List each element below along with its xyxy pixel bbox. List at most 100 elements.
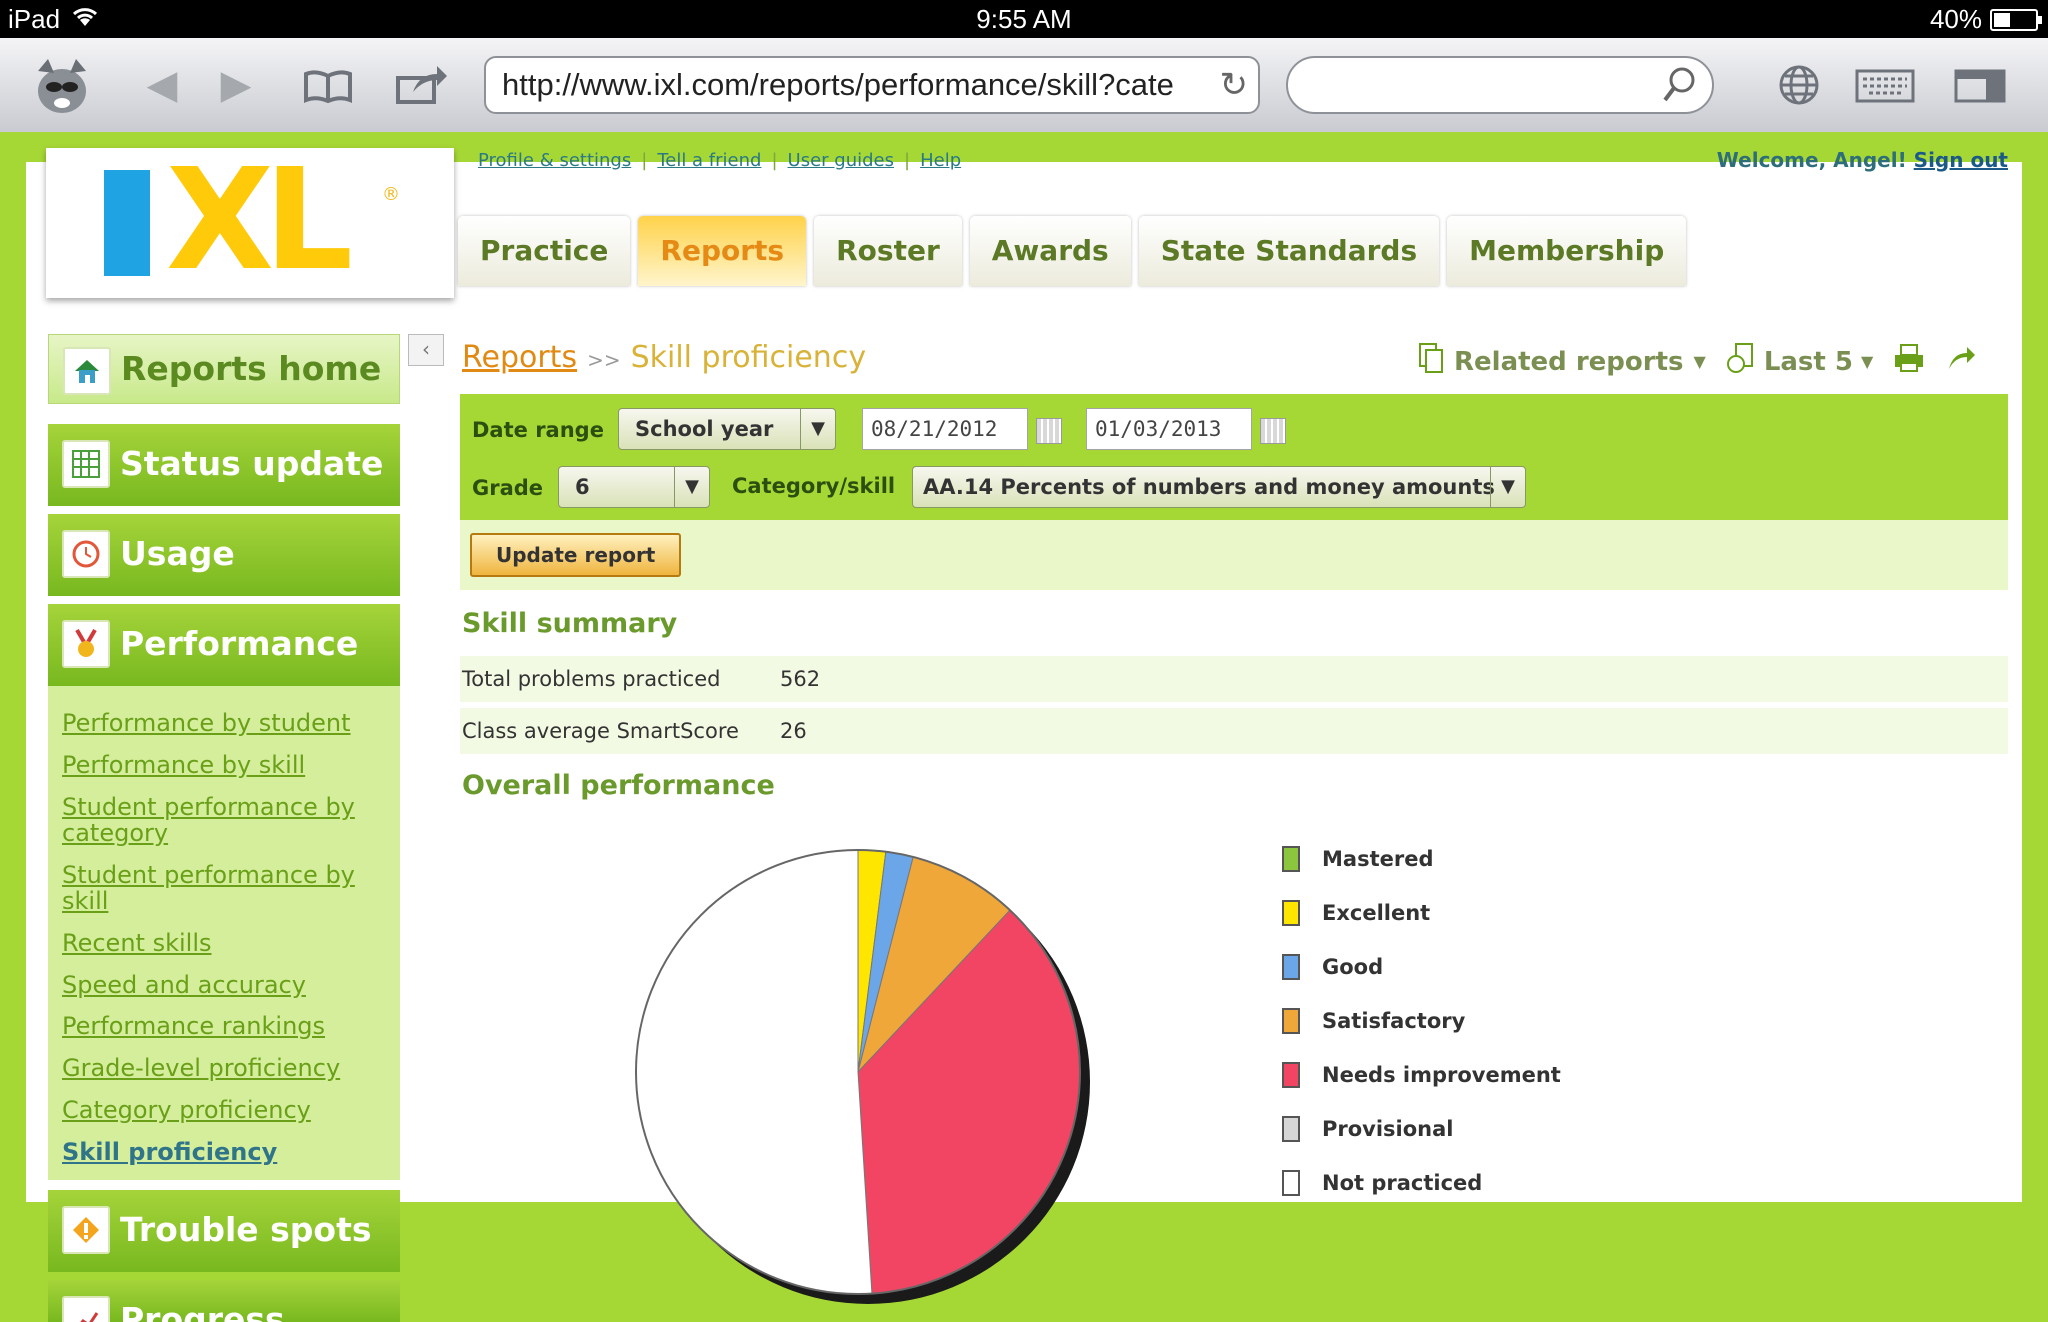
warning-icon <box>62 1206 110 1254</box>
category-skill-select[interactable]: AA.14 Percents of numbers and money amou… <box>912 466 1526 508</box>
grade-label: Grade <box>472 476 544 500</box>
share-icon[interactable] <box>392 58 452 110</box>
legend-label: Satisfactory <box>1322 1009 1466 1033</box>
legend-swatch <box>1282 900 1300 926</box>
report-filters: Date range School year ▼ 08/21/2012 01/0… <box>460 394 2008 520</box>
top-links: Profile & settings | Tell a friend | User … <box>478 150 962 171</box>
link-skill-proficiency[interactable]: Skill proficiency <box>62 1139 382 1165</box>
performance-pie-chart <box>635 849 1090 1304</box>
logo-letters-xl: XL <box>166 139 353 302</box>
url-text: http://www.ixl.com/reports/performance/s… <box>502 67 1174 102</box>
user-guides-link[interactable]: User guides <box>788 150 894 171</box>
link-student-performance-by-skill[interactable]: Student performance by skill <box>62 862 382 914</box>
share-link-icon[interactable] <box>1945 343 1977 380</box>
chevron-down-icon: ▼ <box>1860 352 1874 371</box>
tell-a-friend-link[interactable]: Tell a friend <box>657 150 761 171</box>
sign-out-link[interactable]: Sign out <box>1914 148 2008 172</box>
globe-icon[interactable] <box>1776 62 1822 108</box>
date-range-select[interactable]: School year ▼ <box>618 408 836 450</box>
legend-item: Needs improvement <box>1282 1048 1561 1102</box>
sidebar-item-performance[interactable]: Performance <box>48 604 400 686</box>
summary-label: Class average SmartScore <box>462 719 739 743</box>
sidebar-item-reports-home[interactable]: Reports home <box>48 334 400 404</box>
url-field[interactable]: http://www.ixl.com/reports/performance/s… <box>484 56 1260 114</box>
legend-label: Excellent <box>1322 901 1431 925</box>
last-five-menu[interactable]: Last 5 ▼ <box>1726 342 1873 381</box>
legend-swatch <box>1282 954 1300 980</box>
breadcrumb-reports-link[interactable]: Reports <box>462 340 577 375</box>
sidebar-item-usage[interactable]: Usage <box>48 514 400 596</box>
back-icon[interactable]: ◀ <box>140 60 184 110</box>
profile-settings-link[interactable]: Profile & settings <box>478 150 631 171</box>
browser-toolbar: ◀ ▶ http://www.ixl.com/reports/performan… <box>0 38 2048 133</box>
calendar-icon[interactable] <box>1036 418 1062 444</box>
update-report-button[interactable]: Update report <box>470 533 682 577</box>
update-row: Update report <box>460 520 2008 590</box>
legend-item: Good <box>1282 940 1561 994</box>
tabs-icon[interactable] <box>1952 66 2008 106</box>
legend-item: Satisfactory <box>1282 994 1561 1048</box>
reload-icon[interactable]: ↻ <box>1220 58 1249 112</box>
battery-icon <box>1990 8 2042 31</box>
performance-links: Performance by student Performance by sk… <box>48 686 400 1180</box>
breadcrumb: Reports >> Skill proficiency <box>462 340 866 375</box>
legend-swatch <box>1282 846 1300 872</box>
dropdown-arrow-icon: ▼ <box>800 409 835 449</box>
welcome-text: Welcome, Angel! <box>1716 148 1907 172</box>
link-performance-by-skill[interactable]: Performance by skill <box>62 752 382 778</box>
history-icon <box>1726 342 1756 381</box>
sidebar-label-home: Reports home <box>121 349 382 388</box>
legend-swatch <box>1282 1008 1300 1034</box>
pie-slice-not-practiced[interactable] <box>635 849 873 1295</box>
tab-roster[interactable]: Roster <box>814 216 962 286</box>
grid-icon <box>62 440 110 488</box>
link-recent-skills[interactable]: Recent skills <box>62 930 382 956</box>
tab-reports[interactable]: Reports <box>638 216 807 286</box>
link-category-proficiency[interactable]: Category proficiency <box>62 1097 382 1123</box>
link-grade-level-proficiency[interactable]: Grade-level proficiency <box>62 1055 382 1081</box>
collapse-sidebar-button[interactable]: ‹ <box>408 334 444 366</box>
calendar-icon[interactable] <box>1260 418 1286 444</box>
related-reports-menu[interactable]: Related reports ▼ <box>1418 342 1706 381</box>
bookmarks-icon[interactable] <box>298 62 358 110</box>
logo-letter-i <box>104 170 150 276</box>
end-date-input[interactable]: 01/03/2013 <box>1086 408 1252 450</box>
tab-state-standards[interactable]: State Standards <box>1138 216 1440 286</box>
sidebar-item-progress[interactable]: Progress <box>48 1280 400 1322</box>
help-link[interactable]: Help <box>920 150 961 171</box>
legend-swatch <box>1282 1170 1300 1196</box>
grade-value: 6 <box>575 475 590 499</box>
start-date-input[interactable]: 08/21/2012 <box>862 408 1028 450</box>
welcome-area: Welcome, Angel! Sign out <box>1717 148 2008 172</box>
registered-mark: ® <box>382 184 400 205</box>
link-speed-and-accuracy[interactable]: Speed and accuracy <box>62 972 382 998</box>
forward-icon[interactable]: ▶ <box>214 60 258 110</box>
search-field[interactable] <box>1286 56 1714 114</box>
legend-item: Not practiced <box>1282 1156 1561 1210</box>
legend-item: Provisional <box>1282 1102 1561 1156</box>
status-right: 40% <box>1930 4 2042 35</box>
link-performance-rankings[interactable]: Performance rankings <box>62 1013 382 1039</box>
sidebar-item-status-update[interactable]: Status update <box>48 424 400 506</box>
progress-chart-icon <box>62 1296 110 1322</box>
sidebar-item-trouble-spots[interactable]: Trouble spots <box>48 1190 400 1272</box>
link-student-performance-by-category[interactable]: Student performance by category <box>62 794 382 846</box>
legend-label: Mastered <box>1322 847 1434 871</box>
search-icon <box>1662 66 1696 108</box>
keyboard-icon[interactable] <box>1854 66 1916 106</box>
link-performance-by-student[interactable]: Performance by student <box>62 710 382 736</box>
legend-item: Excellent <box>1282 886 1561 940</box>
summary-row: Class average SmartScore 26 <box>460 708 2008 754</box>
breadcrumb-separator: >> <box>587 348 621 372</box>
sidebar-label-usage: Usage <box>120 534 235 573</box>
summary-value: 26 <box>780 719 807 743</box>
legend-swatch <box>1282 1116 1300 1142</box>
grade-select[interactable]: 6 ▼ <box>558 466 710 508</box>
tab-membership[interactable]: Membership <box>1447 216 1687 286</box>
print-icon[interactable] <box>1893 343 1925 380</box>
summary-row: Total problems practiced 562 <box>460 656 2008 702</box>
tab-practice[interactable]: Practice <box>458 216 631 286</box>
page-title: Skill proficiency <box>630 340 867 375</box>
tab-awards[interactable]: Awards <box>969 216 1131 286</box>
bookmark-mascot-icon[interactable] <box>20 48 104 124</box>
